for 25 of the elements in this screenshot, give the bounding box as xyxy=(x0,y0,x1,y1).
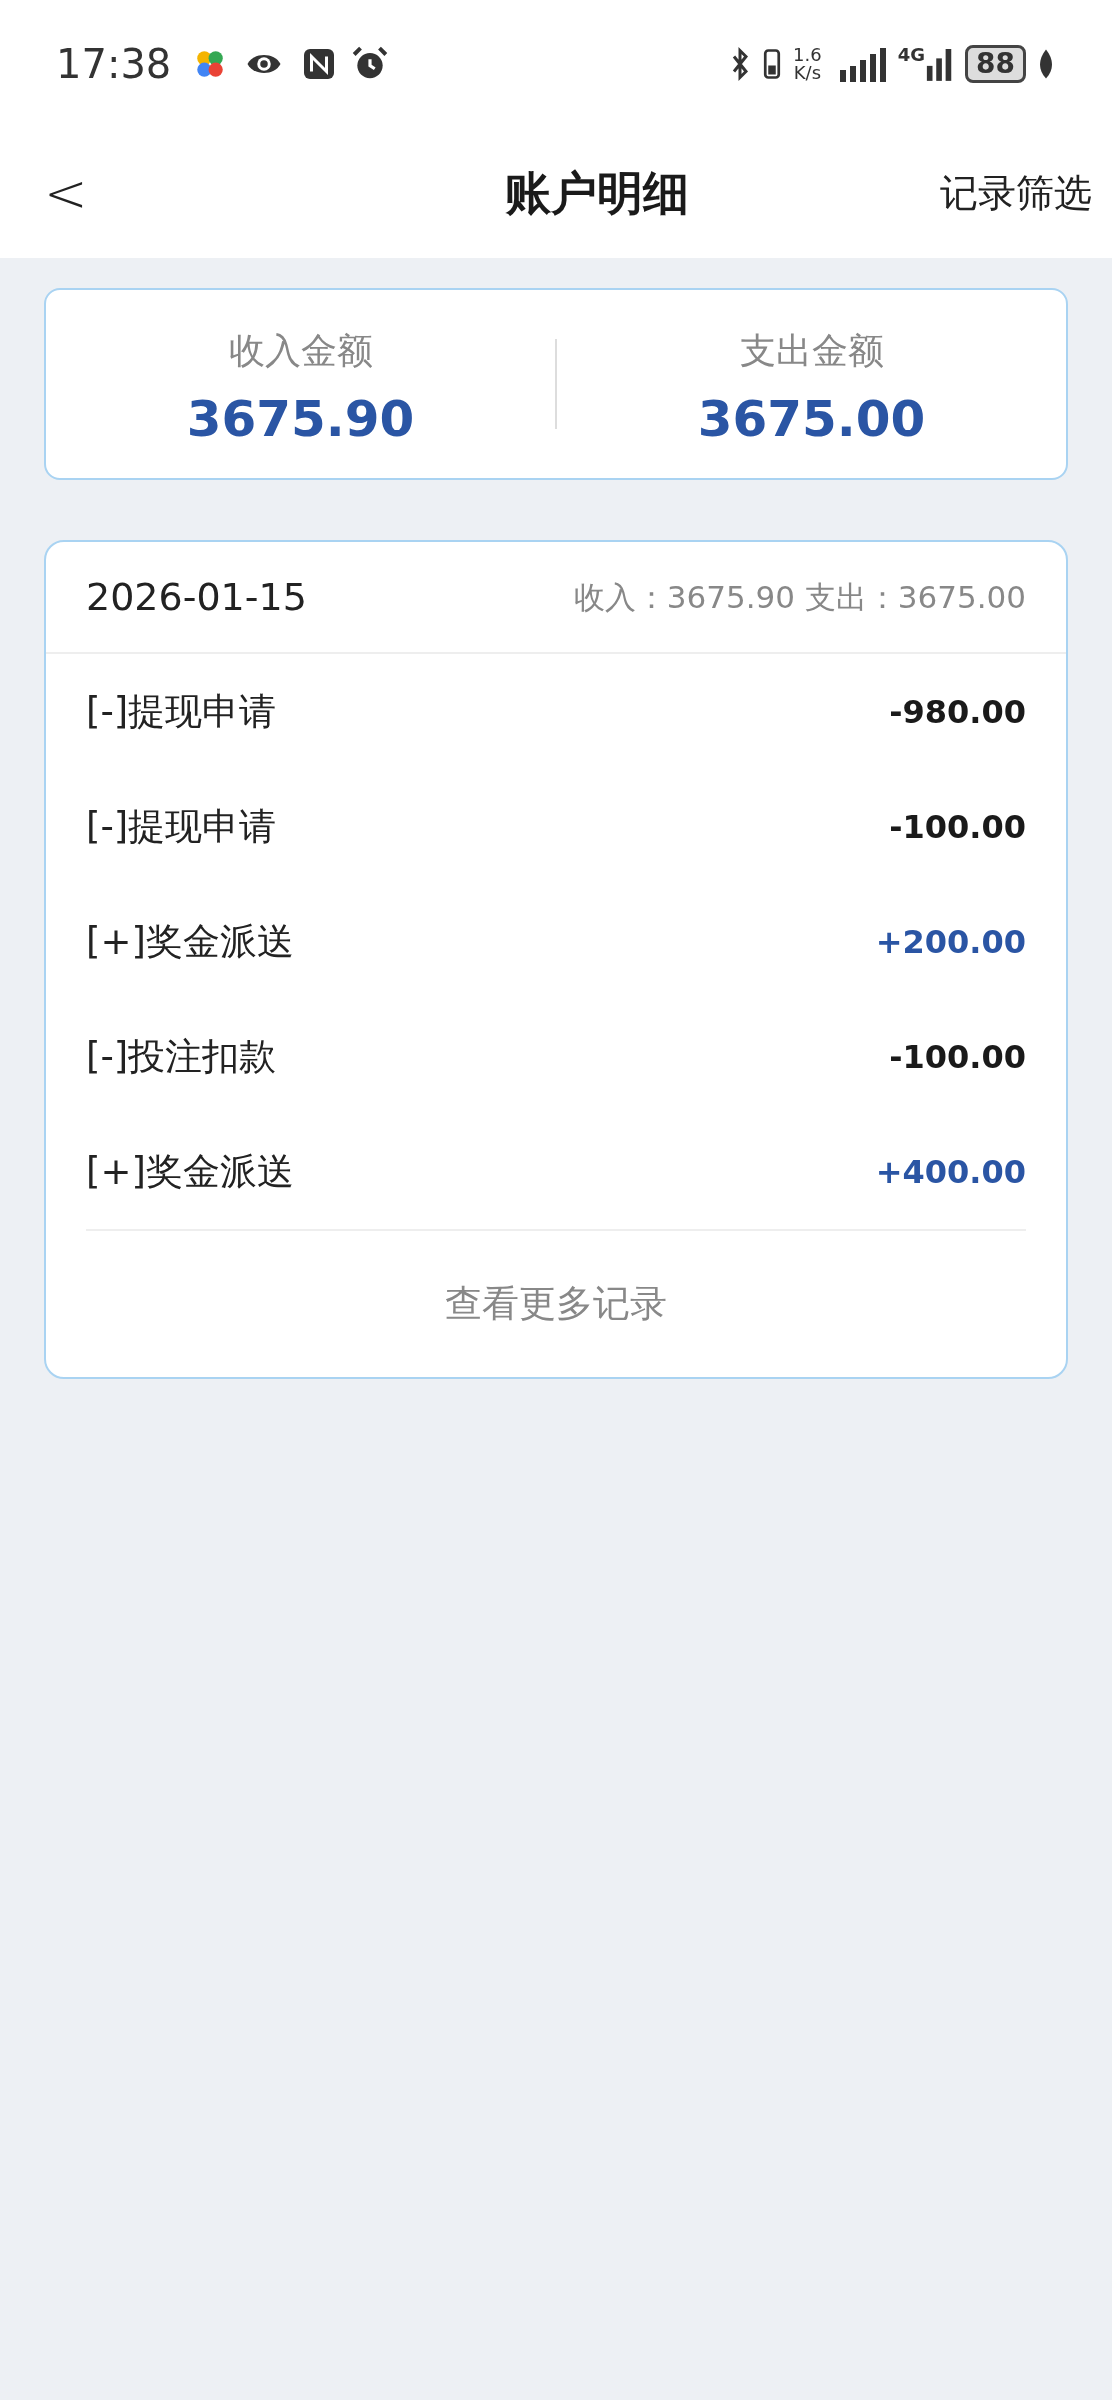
record-amount: +200.00 xyxy=(875,921,1026,963)
record-title: [+]奖金派送 xyxy=(86,918,294,965)
clock-time: 17:38 xyxy=(56,40,172,89)
battery-level: 88 xyxy=(965,45,1026,83)
record-date: 2026-01-15 xyxy=(86,573,307,621)
summary-amount: 3675.90 xyxy=(186,394,415,444)
net-speed-unit: K/s xyxy=(793,64,821,82)
view-more-button[interactable]: 查看更多记录 xyxy=(445,1276,667,1332)
net-speed-value: 1.6 xyxy=(793,46,822,64)
record-title: [-]投注扣款 xyxy=(86,1033,277,1080)
record-amount: +400.00 xyxy=(875,1151,1026,1193)
day-totals: 收入：3675.90 支出：3675.00 xyxy=(573,577,1026,617)
back-button[interactable]: < xyxy=(44,154,104,232)
record-title: [-]提现申请 xyxy=(86,803,277,850)
record-amount: -980.00 xyxy=(889,691,1026,733)
record-title: [+]奖金派送 xyxy=(86,1148,294,1195)
record-amount: -100.00 xyxy=(889,1036,1026,1078)
record-amount: -100.00 xyxy=(889,806,1026,848)
filter-button[interactable]: 记录筛选 xyxy=(940,164,1092,222)
summary-label: 收入金额 xyxy=(228,329,373,373)
page-title: 账户明细 xyxy=(505,164,689,222)
network-type: 4G xyxy=(897,46,926,64)
summary-amount: 3675.00 xyxy=(697,394,926,444)
summary-label: 支出金额 xyxy=(739,329,884,373)
record-title: [-]提现申请 xyxy=(86,688,277,735)
